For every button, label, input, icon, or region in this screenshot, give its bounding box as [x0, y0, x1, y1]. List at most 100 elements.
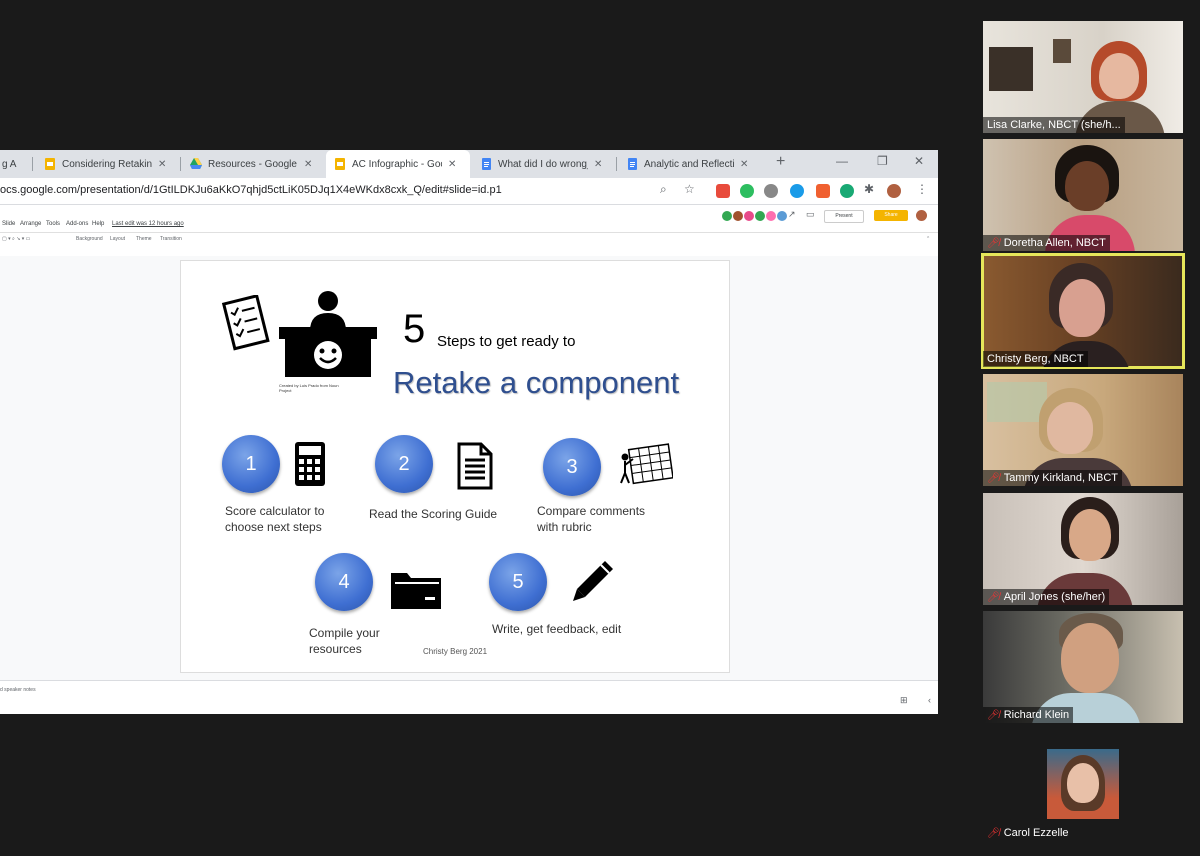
transition-button[interactable]: Transition — [160, 236, 182, 242]
participant-face — [1047, 402, 1093, 454]
title-main: Retake a component — [393, 365, 680, 400]
participant-name: Lisa Clarke, NBCT (she/h... — [983, 117, 1125, 133]
profile-photo — [1047, 749, 1119, 819]
share-button[interactable]: Share — [874, 210, 908, 221]
menu-addons[interactable]: Add-ons — [66, 221, 88, 227]
tab-what-did-i-do-wrong[interactable]: What did I do wrong_ - ✕ — [472, 150, 612, 178]
avatar[interactable] — [766, 211, 776, 221]
menu-slide[interactable]: Slide — [2, 221, 15, 227]
avatar[interactable] — [755, 211, 765, 221]
step-number: 5 — [512, 570, 524, 593]
tab-divider — [32, 157, 33, 171]
icon-credit: Created by Luis Prado from Noun Project — [279, 383, 339, 393]
extension-icon[interactable] — [790, 184, 804, 198]
extension-icon[interactable] — [716, 184, 730, 198]
step-label-5: Write, get feedback, edit — [492, 621, 621, 637]
avatar[interactable] — [777, 211, 787, 221]
participant-name: 🎤︎̸ Tammy Kirkland, NBCT — [983, 470, 1122, 486]
kebab-menu-icon[interactable]: ⋮ — [916, 182, 928, 196]
tab-resources-drive[interactable]: Resources - Google Dri ✕ — [182, 150, 322, 178]
layout-button[interactable]: Layout — [110, 236, 125, 242]
step-label-line: Compare comments — [537, 504, 646, 518]
wall-frames — [989, 47, 1033, 91]
url-text[interactable]: ocs.google.com/presentation/d/1GtILDKJu6… — [0, 184, 502, 196]
profile-avatar[interactable] — [916, 210, 927, 221]
background-button[interactable]: Background — [76, 236, 103, 242]
zoom-icon[interactable]: ▢ ▾ ⌕ ↘ ▾ ▭ — [2, 236, 30, 242]
slide-footer: Christy Berg 2021 — [423, 647, 488, 656]
step-number: 2 — [398, 452, 410, 475]
menu-tools[interactable]: Tools — [46, 221, 60, 227]
restore-icon[interactable]: ❐ — [877, 154, 888, 168]
step-label-line: Score calculator to — [225, 504, 325, 518]
participant-tile[interactable]: Lisa Clarke, NBCT (she/h... — [983, 21, 1183, 133]
tab-title: Analytic and Reflective — [644, 158, 734, 170]
drive-icon — [190, 158, 202, 169]
participant-tile-video-off[interactable]: 🎤︎̸ Carol Ezzelle — [983, 729, 1183, 841]
calculator-icon — [295, 442, 325, 486]
step-label-line: choose next steps — [225, 520, 322, 534]
tab-partial[interactable]: g A — [0, 150, 30, 178]
window-close-icon[interactable]: ✕ — [914, 154, 924, 168]
participant-face — [1067, 763, 1099, 803]
speaker-notes-placeholder[interactable]: d speaker notes — [0, 687, 36, 693]
step-label-line: Read the Scoring Guide — [369, 507, 498, 521]
close-icon[interactable]: ✕ — [448, 159, 456, 170]
comment-icon[interactable]: ▭ — [806, 209, 815, 220]
participant-tile-active-speaker[interactable]: Christy Berg, NBCT — [981, 253, 1185, 369]
minimize-icon[interactable]: — — [836, 154, 848, 168]
mic-muted-icon: 🎤︎̸ — [987, 827, 1000, 839]
address-bar[interactable]: ocs.google.com/presentation/d/1GtILDKJu6… — [0, 178, 938, 205]
present-button[interactable]: Present — [824, 210, 864, 223]
participant-tile[interactable]: 🎤︎̸ Tammy Kirkland, NBCT — [983, 374, 1183, 486]
tab-title: AC Infographic - Goog — [352, 158, 442, 170]
activity-icon[interactable]: ↗ — [788, 209, 796, 220]
close-icon[interactable]: ✕ — [304, 159, 312, 170]
mic-muted-icon: 🎤︎̸ — [987, 709, 1000, 721]
avatar[interactable] — [722, 211, 732, 221]
speaker-notes[interactable]: d speaker notes ⊞ ‹ — [0, 680, 938, 714]
close-icon[interactable]: ✕ — [158, 159, 166, 170]
avatar[interactable] — [733, 211, 743, 221]
explore-icon[interactable]: ⊞ — [900, 695, 908, 706]
pencil-icon — [573, 561, 613, 601]
search-icon[interactable]: ⌕ — [660, 182, 667, 197]
extension-icon[interactable] — [840, 184, 854, 198]
last-edit-link[interactable]: Last edit was 12 hours ago — [112, 221, 184, 227]
puzzle-icon[interactable]: ✱ — [864, 182, 874, 196]
extension-icon[interactable] — [816, 184, 830, 198]
participant-tile[interactable]: 🎤︎̸ Richard Klein — [983, 611, 1183, 723]
rubric-icon — [620, 443, 673, 485]
extension-icon[interactable] — [764, 184, 778, 198]
shared-screen: g A Considering Retaking a ✕ Resources - … — [0, 150, 938, 714]
tab-ac-infographic[interactable]: AC Infographic - Goog ✕ — [326, 150, 470, 178]
evernote-icon[interactable] — [740, 184, 754, 198]
participant-tile[interactable]: 🎤︎̸ April Jones (she/her) — [983, 493, 1183, 605]
bookmark-star-icon[interactable]: ☆ — [684, 182, 695, 196]
participant-face — [1059, 279, 1105, 337]
close-icon[interactable]: ✕ — [594, 159, 602, 170]
step-label-line: with rubric — [537, 520, 592, 534]
menu-help[interactable]: Help — [92, 221, 104, 227]
participant-name-text: Carol Ezzelle — [1003, 827, 1069, 839]
new-tab-button[interactable]: + — [776, 153, 785, 171]
browser-tab-bar: g A Considering Retaking a ✕ Resources - … — [0, 150, 938, 178]
tab-title: What did I do wrong_ - — [498, 158, 588, 170]
participant-tile[interactable]: 🎤︎̸ Doretha Allen, NBCT — [983, 139, 1183, 251]
step-number: 4 — [338, 570, 350, 593]
tab-analytic-reflective[interactable]: Analytic and Reflective ✕ — [618, 150, 764, 178]
avatar[interactable] — [744, 211, 754, 221]
profile-avatar[interactable] — [887, 184, 901, 198]
participant-name-text: April Jones (she/her) — [1003, 591, 1106, 603]
tab-divider — [180, 157, 181, 171]
close-icon[interactable]: ✕ — [740, 159, 748, 170]
tab-considering-retaking[interactable]: Considering Retaking a ✕ — [36, 150, 176, 178]
step-circle-2: 2 — [375, 435, 433, 493]
menu-arrange[interactable]: Arrange — [20, 221, 41, 227]
theme-button[interactable]: Theme — [136, 236, 152, 242]
collapse-icon[interactable]: ⌃ — [926, 236, 930, 242]
chevron-left-icon[interactable]: ‹ — [928, 695, 931, 705]
step-number: 3 — [566, 455, 578, 478]
slide[interactable]: Created by Luis Prado from Noun Project … — [180, 260, 730, 673]
step-circle-4: 4 — [315, 553, 373, 611]
